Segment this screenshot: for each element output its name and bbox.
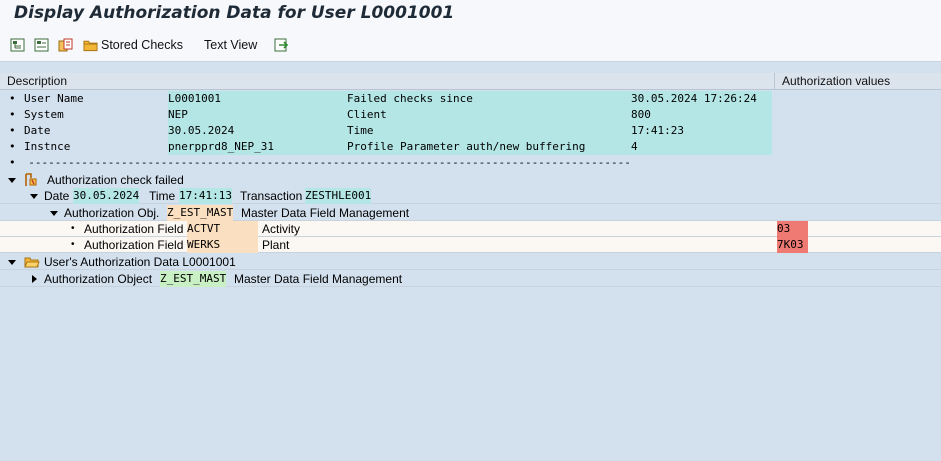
- bullet: •: [9, 140, 16, 153]
- info-value2: 30.05.2024 17:26:24: [631, 91, 772, 107]
- expand-all-icon[interactable]: [10, 38, 25, 52]
- collapse-toggle-icon[interactable]: [8, 260, 16, 265]
- tree-node-user-data[interactable]: User's Authorization Data L0001001: [0, 254, 941, 270]
- stored-checks-button[interactable]: Stored Checks: [101, 38, 183, 52]
- info-label2: Time: [340, 123, 631, 139]
- info-value2: 4: [631, 139, 772, 155]
- text-view-button[interactable]: Text View: [204, 38, 257, 52]
- info-label2: Profile Parameter auth/new buffering: [340, 139, 631, 155]
- page-title: Display Authorization Data for User L000…: [14, 3, 455, 23]
- date-label: Date: [44, 189, 70, 203]
- open-folder-icon: [24, 257, 40, 268]
- auth-object-label: Authorization Object: [44, 272, 153, 286]
- bullet: •: [9, 124, 16, 137]
- info-label: Date: [24, 124, 51, 137]
- bullet: •: [9, 92, 16, 105]
- info-label: System: [24, 108, 64, 121]
- bullet: •: [9, 108, 16, 121]
- auth-field-label: Authorization Field: [84, 222, 184, 236]
- info-row: • Instnce pnerpprd8_NEP_31 Profile Param…: [0, 139, 775, 155]
- info-block: • User Name L0001001 Failed checks since…: [0, 91, 775, 155]
- bullet: •: [71, 223, 75, 234]
- auth-field-name: ACTVT: [187, 221, 258, 237]
- info-row: • User Name L0001001 Failed checks since…: [0, 91, 775, 107]
- tree-node-auth-field[interactable]: • Authorization Field WERKS Plant 7K03: [0, 237, 941, 253]
- date-value: 30.05.2024: [73, 188, 140, 204]
- info-value: pnerpprd8_NEP_31: [168, 139, 340, 155]
- auth-object-desc: Master Data Field Management: [234, 272, 403, 286]
- auth-field-desc: Activity: [262, 222, 301, 236]
- column-header-auth-values[interactable]: Authorization values: [775, 73, 941, 90]
- auth-obj-label: Authorization Obj.: [64, 206, 160, 220]
- collapse-toggle-icon[interactable]: [50, 211, 58, 216]
- auth-field-value: 7K03: [777, 237, 808, 253]
- transaction-label: Transaction: [240, 189, 303, 203]
- info-label2: Failed checks since: [340, 91, 631, 107]
- tree-node-auth-object[interactable]: Authorization Object Z_EST_MAST Master D…: [0, 271, 941, 287]
- dash-line: ----------------------------------------…: [28, 156, 631, 169]
- bullet: •: [9, 156, 16, 169]
- collapse-toggle-icon[interactable]: [8, 178, 16, 183]
- info-label: User Name: [24, 92, 84, 105]
- auth-field-value: 03: [777, 221, 808, 237]
- bullet: •: [71, 239, 75, 250]
- transaction-value: ZESTHLE001: [305, 188, 372, 204]
- collapse-all-icon[interactable]: [34, 38, 49, 52]
- time-value: 17:41:13: [179, 188, 232, 204]
- export-icon[interactable]: [274, 38, 289, 52]
- info-value: L0001001: [168, 91, 340, 107]
- info-label2: Client: [340, 107, 631, 123]
- collapse-toggle-icon[interactable]: [30, 194, 38, 199]
- auth-field-desc: Plant: [262, 238, 290, 252]
- auth-field-name: WERKS: [187, 237, 258, 253]
- tree-node-failed-check[interactable]: Authorization check failed: [0, 172, 941, 188]
- copy-icon[interactable]: [58, 38, 73, 52]
- tree-node-date[interactable]: Date 30.05.2024 Time 17:41:13 Transactio…: [0, 188, 941, 204]
- info-row: • Date 30.05.2024 Time 17:41:23: [0, 123, 775, 139]
- auth-field-label: Authorization Field: [84, 238, 184, 252]
- title-bar: Display Authorization Data for User L000…: [0, 0, 941, 28]
- expand-toggle-icon[interactable]: [32, 275, 37, 283]
- auth-obj-value: Z_EST_MAST: [167, 205, 234, 221]
- column-header-description[interactable]: Description: [0, 73, 775, 90]
- failed-check-label: Authorization check failed: [47, 173, 184, 187]
- toolbar: Stored Checks Text View: [0, 28, 941, 62]
- auth-obj-desc: Master Data Field Management: [241, 206, 410, 220]
- folder-icon: [83, 40, 98, 52]
- separator-line: • --------------------------------------…: [9, 155, 699, 171]
- info-value2: 17:41:23: [631, 123, 772, 139]
- info-row: • System NEP Client 800: [0, 107, 775, 123]
- time-label: Time: [149, 189, 176, 203]
- info-value: NEP: [168, 107, 340, 123]
- tree-node-auth-obj[interactable]: Authorization Obj. Z_EST_MAST Master Dat…: [0, 205, 941, 221]
- info-value2: 800: [631, 107, 772, 123]
- failed-check-icon: [25, 173, 37, 186]
- auth-object-value: Z_EST_MAST: [160, 271, 227, 287]
- info-label: Instnce: [24, 140, 71, 153]
- tree-node-auth-field[interactable]: • Authorization Field ACTVT Activity 03: [0, 221, 941, 237]
- user-data-label: User's Authorization Data L0001001: [44, 255, 236, 269]
- info-value: 30.05.2024: [168, 123, 340, 139]
